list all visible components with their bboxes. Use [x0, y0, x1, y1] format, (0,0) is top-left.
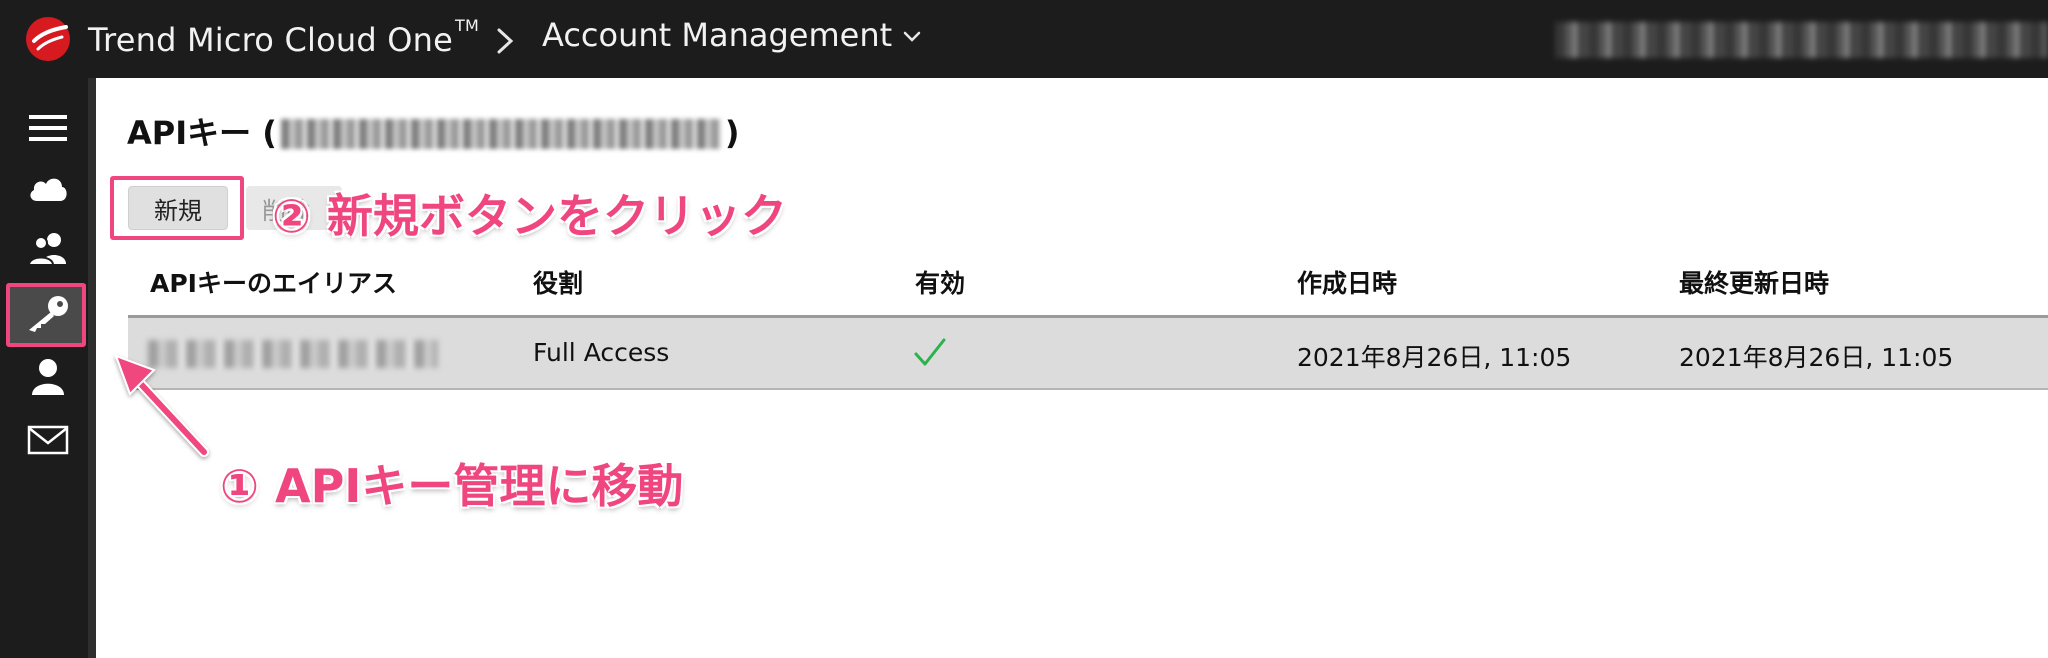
column-header-updated[interactable]: 最終更新日時 — [1679, 264, 1829, 300]
column-header-enabled[interactable]: 有効 — [915, 264, 965, 300]
api-keys-table: APIキーのエイリアス 役割 有効 作成日時 最終更新日時 Full Acces… — [128, 252, 2048, 390]
sidebar-item-cloud[interactable] — [0, 158, 96, 218]
annotation-arrow-icon — [114, 354, 209, 457]
chevron-down-icon[interactable] — [902, 30, 922, 44]
cloud-icon — [30, 178, 67, 201]
account-id-redacted — [280, 119, 721, 149]
users-icon — [27, 233, 66, 266]
sidebar-item-menu[interactable] — [0, 98, 96, 158]
annotation-box-api-key-nav — [6, 283, 86, 347]
page-title: APIキー () — [127, 108, 740, 154]
trend-micro-logo-icon — [26, 17, 70, 61]
mail-icon — [27, 425, 69, 455]
brand-title[interactable]: Trend Micro Cloud One TM — [88, 16, 479, 59]
chevron-right-icon — [497, 28, 514, 54]
table-row[interactable]: Full Access 2021年8月26日, 11:05 2021年8月26日… — [128, 318, 2048, 390]
page-title-suffix: ) — [724, 114, 740, 152]
table-header: APIキーのエイリアス 役割 有効 作成日時 最終更新日時 — [128, 252, 2048, 318]
user-account-info-redacted[interactable] — [1555, 22, 2048, 58]
checkmark-icon — [914, 338, 946, 366]
sidebar-item-user[interactable] — [0, 346, 96, 406]
menu-icon — [29, 115, 67, 141]
trademark: TM — [454, 16, 479, 35]
annotation-step-2: ② 新規ボタンをクリック — [272, 189, 787, 243]
account-management-menu[interactable]: Account Management — [542, 16, 892, 54]
page-title-prefix: APIキー ( — [127, 114, 277, 152]
top-bar: Trend Micro Cloud One TM Account Manageme… — [0, 0, 2048, 78]
sidebar-item-users[interactable] — [0, 218, 96, 278]
annotation-box-new-button — [110, 176, 244, 240]
column-header-role[interactable]: 役割 — [533, 264, 583, 300]
row-updated: 2021年8月26日, 11:05 — [1679, 343, 1954, 372]
user-icon — [32, 359, 64, 395]
row-created: 2021年8月26日, 11:05 — [1297, 343, 1572, 372]
annotation-step-1: ① APIキー管理に移動 — [220, 459, 684, 513]
sidebar-item-mail[interactable] — [0, 410, 96, 470]
column-header-alias[interactable]: APIキーのエイリアス — [150, 264, 397, 300]
row-role: Full Access — [533, 338, 670, 367]
brand-name: Trend Micro Cloud One — [88, 21, 453, 59]
column-header-created[interactable]: 作成日時 — [1297, 264, 1397, 300]
